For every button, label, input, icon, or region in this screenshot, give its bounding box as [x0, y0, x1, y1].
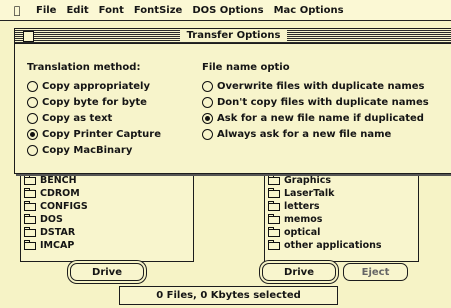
- folder-icon: [24, 174, 36, 185]
- list-item[interactable]: LaserTalk: [265, 187, 418, 200]
- radio-off-icon[interactable]: [27, 144, 38, 156]
- radio-off-icon[interactable]: [27, 96, 38, 108]
- title-bar[interactable]: Transfer Options: [15, 29, 451, 44]
- radio-overwrite-duplicates[interactable]: Overwrite files with duplicate names: [202, 78, 450, 94]
- radio-off-icon[interactable]: [202, 96, 213, 108]
- list-item[interactable]: CDROM: [21, 187, 193, 200]
- radio-copy-as-text[interactable]: Copy as text: [27, 110, 197, 126]
- radio-on-icon[interactable]: [27, 128, 38, 140]
- list-item[interactable]: DSTAR: [21, 226, 193, 239]
- drive-button-left[interactable]: Drive: [70, 263, 144, 281]
- list-item[interactable]: memos: [265, 213, 418, 226]
- menu-bar:  File Edit Font FontSize DOS Options Ma…: [0, 0, 451, 21]
- folder-icon: [268, 200, 280, 211]
- list-item[interactable]: IMCAP: [21, 239, 193, 252]
- folder-icon: [24, 226, 36, 237]
- list-item[interactable]: other applications: [265, 239, 418, 252]
- translation-method-heading: Translation method:: [27, 62, 141, 73]
- apple-menu-icon[interactable]: : [8, 4, 26, 17]
- radio-copy-appropriately[interactable]: Copy appropriately: [27, 78, 197, 94]
- folder-icon: [268, 187, 280, 198]
- radio-off-icon[interactable]: [27, 80, 38, 92]
- menu-dos-options[interactable]: DOS Options: [192, 5, 263, 16]
- radio-ask-new-name-if-duplicated[interactable]: Ask for a new file name if duplicated: [202, 110, 450, 126]
- list-item[interactable]: DOS: [21, 213, 193, 226]
- drive-button-right[interactable]: Drive: [262, 263, 336, 281]
- file-name-options-group: File name optio Overwrite files with dup…: [202, 61, 450, 142]
- radio-off-icon[interactable]: [202, 128, 213, 140]
- screen:  File Edit Font FontSize DOS Options Ma…: [0, 0, 451, 308]
- menu-mac-options[interactable]: Mac Options: [274, 5, 344, 16]
- list-item[interactable]: CONFIGS: [21, 200, 193, 213]
- menu-font[interactable]: Font: [99, 5, 124, 16]
- close-box-icon[interactable]: [23, 31, 34, 42]
- folder-icon: [268, 226, 280, 237]
- menu-file[interactable]: File: [36, 5, 56, 16]
- left-file-list[interactable]: BENCH CDROM CONFIGS DOS DSTAR IMCAP: [20, 170, 194, 262]
- folder-icon: [24, 187, 36, 198]
- radio-off-icon[interactable]: [27, 112, 38, 124]
- folder-icon: [268, 239, 280, 250]
- radio-on-icon[interactable]: [202, 112, 213, 124]
- folder-icon: [24, 239, 36, 250]
- list-item[interactable]: letters: [265, 200, 418, 213]
- folder-icon: [268, 174, 280, 185]
- dialog-title: Transfer Options: [179, 30, 288, 42]
- radio-copy-byte-for-byte[interactable]: Copy byte for byte: [27, 94, 197, 110]
- translation-method-group: Translation method: Copy appropriately C…: [27, 61, 197, 158]
- radio-dont-copy-duplicates[interactable]: Don't copy files with duplicate names: [202, 94, 450, 110]
- list-item[interactable]: optical: [265, 226, 418, 239]
- right-file-list[interactable]: Graphics LaserTalk letters memos optical…: [264, 170, 419, 262]
- radio-always-ask-new-name[interactable]: Always ask for a new file name: [202, 126, 450, 142]
- folder-icon: [24, 213, 36, 224]
- menu-fontsize[interactable]: FontSize: [134, 5, 182, 16]
- file-name-options-heading: File name optio: [202, 62, 290, 73]
- radio-copy-printer-capture[interactable]: Copy Printer Capture: [27, 126, 197, 142]
- folder-icon: [268, 213, 280, 224]
- transfer-options-dialog: Transfer Options Translation method: Cop…: [14, 28, 451, 174]
- radio-off-icon[interactable]: [202, 80, 213, 92]
- folder-icon: [24, 200, 36, 211]
- menu-edit[interactable]: Edit: [66, 5, 88, 16]
- selection-status: 0 Files, 0 Kbytes selected: [119, 286, 338, 305]
- list-item[interactable]: BENCH: [21, 174, 193, 187]
- list-item[interactable]: Graphics: [265, 174, 418, 187]
- radio-copy-macbinary[interactable]: Copy MacBinary: [27, 142, 197, 158]
- eject-button[interactable]: Eject: [343, 263, 408, 281]
